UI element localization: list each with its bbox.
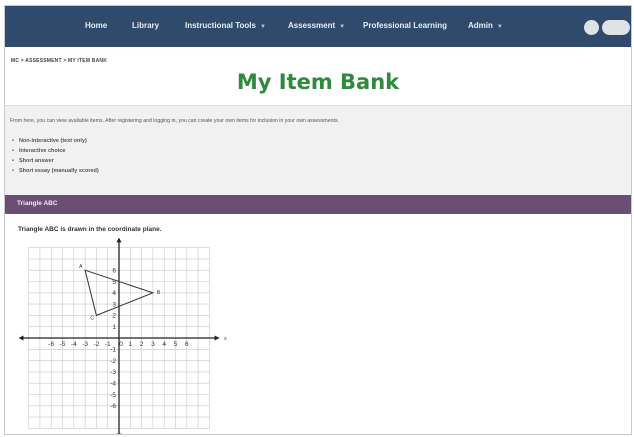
vertex-label-c: C [90,315,94,321]
x-tick-label: 5 [174,341,178,348]
x-tick-label: 3 [151,341,155,348]
list-item: Non-interactive (text only) [12,136,99,146]
nav-home[interactable]: Home [85,21,107,30]
x-tick-label: -5 [60,341,66,348]
item-title-bar[interactable]: Triangle ABC [5,195,631,214]
question-text: Triangle ABC is drawn in the coordinate … [18,226,162,233]
x-axis-arrow-icon [19,335,24,341]
y-tick-label: 1 [112,324,116,331]
x-tick-label: 4 [162,341,166,348]
list-item: Short essay (manually scored) [12,166,99,176]
user-avatar-icon[interactable] [584,20,599,35]
chevron-down-icon: ▼ [339,24,346,30]
y-tick-label: 6 [112,268,116,275]
x-tick-label: -6 [48,341,54,348]
x-tick-label: -4 [71,341,77,348]
x-tick-label: 1 [128,341,132,348]
list-item: Short answer [12,156,99,166]
x-tick-label: -3 [82,341,88,348]
intro-text: From here, you can view available items.… [10,118,339,124]
intro-panel: From here, you can view available items.… [5,105,631,195]
y-axis-arrow-icon [116,238,122,243]
item-title: Triangle ABC [17,200,58,207]
y-tick-label: -4 [110,381,116,388]
y-tick-label: -2 [110,358,116,365]
account-menu-toggle[interactable] [602,20,630,35]
top-navigation-bar: Home Library Instructional Tools ▼ Assess… [5,6,631,47]
x-tick-label: 6 [185,341,189,348]
y-tick-label: -1 [110,347,116,354]
nav-library[interactable]: Library [132,21,159,30]
nav-admin[interactable]: Admin ▼ [468,21,503,30]
x-tick-label: 0 [119,341,123,348]
y-axis-arrow-icon [116,433,122,434]
x-tick-label: 2 [140,341,144,348]
chevron-down-icon: ▼ [259,24,266,30]
x-axis-arrow-icon [214,335,220,341]
x-axis-label: x [224,336,227,342]
item-type-list: Non-interactive (text only) Interactive … [12,136,99,176]
list-item: Interactive choice [12,146,99,156]
nav-professional-learning[interactable]: Professional Learning [363,21,447,30]
nav-instructional-tools-label: Instructional Tools [185,21,256,30]
nav-admin-label: Admin [468,21,493,30]
nav-instructional-tools[interactable]: Instructional Tools ▼ [185,21,266,30]
y-tick-label: -3 [110,369,116,376]
chevron-down-icon: ▼ [496,24,503,30]
page-frame: Home Library Instructional Tools ▼ Assess… [4,5,632,435]
x-tick-label: -2 [94,341,100,348]
y-tick-label: -5 [110,392,116,399]
coordinate-plane: xy-6-5-4-3-2-10123456654321-1-2-3-4-5-6A… [19,238,227,434]
nav-assessment[interactable]: Assessment ▼ [288,21,345,30]
y-tick-label: 2 [112,313,116,320]
y-tick-label: 4 [112,290,116,297]
breadcrumb[interactable]: MC > ASSESSMENT > MY ITEM BANK [11,58,107,64]
y-tick-label: -6 [110,403,116,410]
nav-assessment-label: Assessment [288,21,336,30]
vertex-label-a: A [79,264,83,270]
page-title: My Item Bank [236,70,400,94]
